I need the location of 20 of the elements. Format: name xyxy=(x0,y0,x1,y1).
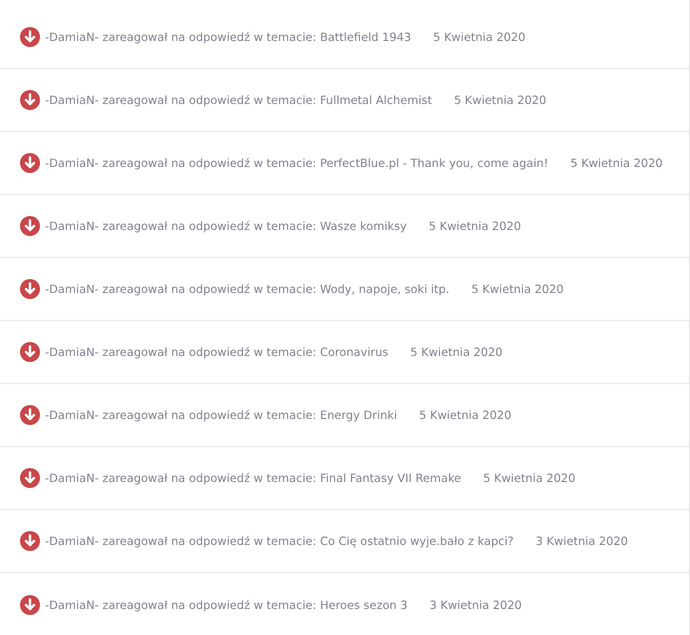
activity-text: -DamiaN- zareagował na odpowiedź w temacie: Coronavirus xyxy=(45,345,388,359)
activity-text: -DamiaN- zareagował na odpowiedź w temacie: Co Cię ostatnio wyje.bało z kapci? xyxy=(45,534,514,548)
activity-text: -DamiaN- zareagował na odpowiedź w temacie: Heroes sezon 3 xyxy=(45,598,408,612)
activity-date: 5 Kwietnia 2020 xyxy=(454,93,546,107)
activity-text: -DamiaN- zareagował na odpowiedź w temacie: PerfectBlue.pl - Thank you, come again! xyxy=(45,156,548,170)
activity-date: 5 Kwietnia 2020 xyxy=(471,282,564,296)
activity-text: -DamiaN- zareagował na odpowiedź w temacie: Wasze komiksy xyxy=(45,219,407,233)
activity-text: -DamiaN- zareagował na odpowiedź w temacie: Wody, napoje, soki itp. xyxy=(45,282,450,296)
activity-date: 5 Kwietnia 2020 xyxy=(410,345,503,359)
activity-date: 3 Kwietnia 2020 xyxy=(430,598,522,612)
activity-date: 5 Kwietnia 2020 xyxy=(428,219,522,233)
activity-text: -DamiaN- zareagował na odpowiedź w temacie: Fullmetal Alchemist xyxy=(45,93,432,107)
activity-text: -DamiaN- zareagował na odpowiedź w temacie: Battlefield 1943 xyxy=(45,30,412,44)
activity-date: 5 Kwietnia 2020 xyxy=(570,156,663,170)
activity-date: 5 Kwietnia 2020 xyxy=(433,30,526,44)
activity-text: -DamiaN- zareagował na odpowiedź w temacie: Final Fantasy VII Remake xyxy=(45,471,462,485)
activity-date: 3 Kwietnia 2020 xyxy=(536,534,628,548)
activity-date: 5 Kwietnia 2020 xyxy=(419,408,512,422)
activity-text: -DamiaN- zareagował na odpowiedź w temacie: Energy Drinki xyxy=(45,408,398,422)
activity-date: 5 Kwietnia 2020 xyxy=(483,471,576,485)
